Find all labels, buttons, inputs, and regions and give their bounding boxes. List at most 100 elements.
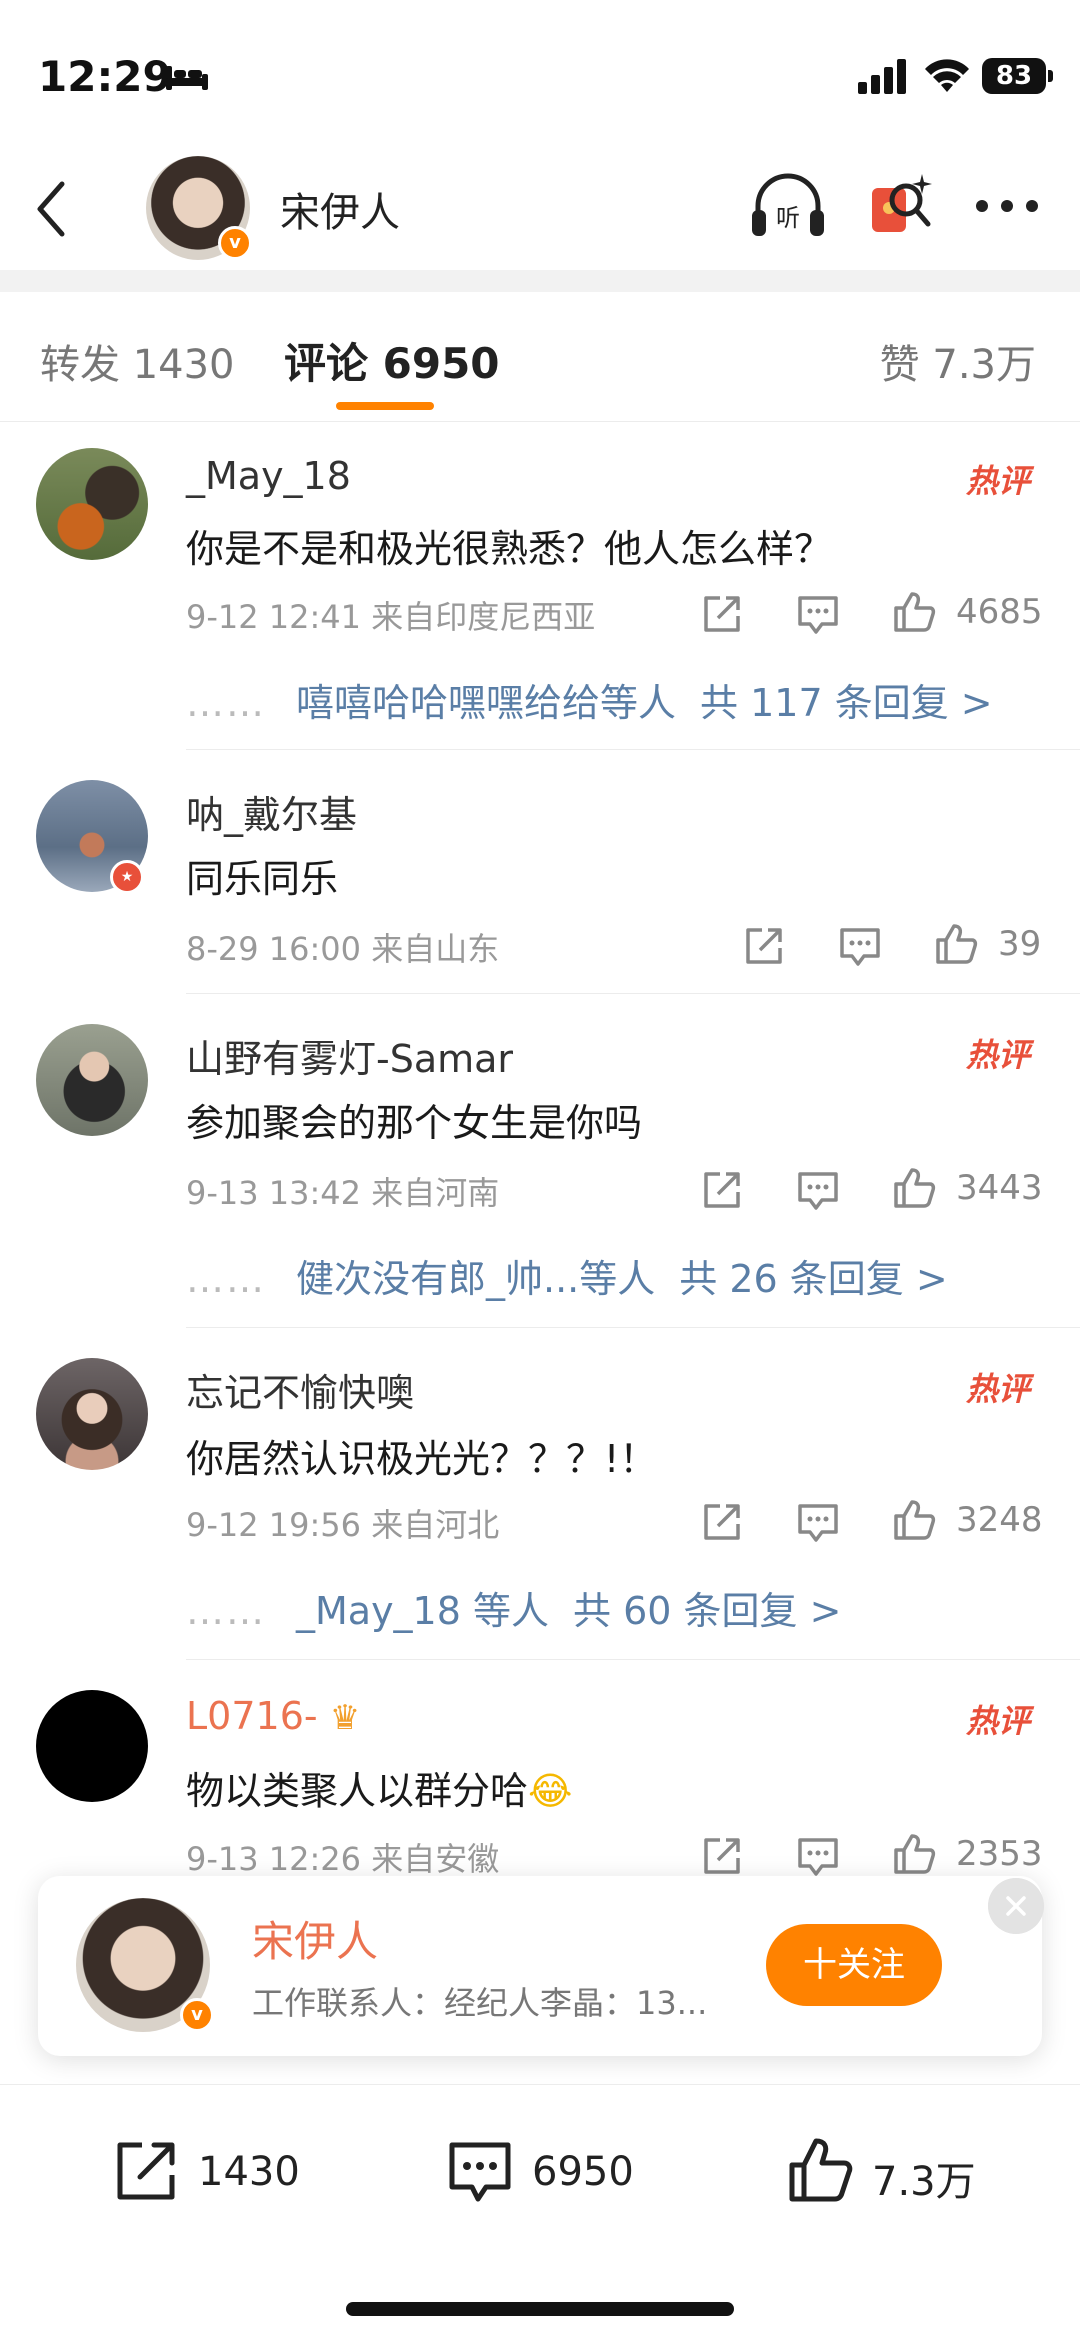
- commenter-name[interactable]: _May_18: [186, 454, 351, 498]
- battery-tip: [1048, 70, 1053, 82]
- like-icon[interactable]: [892, 1166, 936, 1210]
- like-icon[interactable]: [892, 590, 936, 634]
- more-options-icon[interactable]: [974, 198, 1040, 214]
- comment-text: 同乐同乐: [186, 857, 339, 901]
- comment-meta: 9-13 12:26 来自安徽: [186, 1840, 500, 1878]
- tab-comments[interactable]: 评论 6950: [284, 330, 500, 391]
- follow-button[interactable]: 十关注: [766, 1924, 942, 2006]
- repost-action[interactable]: 1430: [110, 2129, 310, 2209]
- author-follow-card: v 宋伊人 工作联系人：经纪人李晶：13... 十关注: [38, 1876, 1044, 2056]
- laughing-emoji-icon: 😂: [528, 1769, 573, 1813]
- tab-likes[interactable]: 赞 7.3万: [880, 332, 1036, 390]
- commenter-badge: ★: [110, 860, 144, 894]
- commenter-name-text: L0716-: [186, 1694, 318, 1738]
- comment-action[interactable]: 6950: [444, 2129, 664, 2209]
- comment-meta: 8-29 16:00 来自山东: [186, 930, 500, 968]
- hot-comment-badge: 热评: [965, 1036, 1030, 1074]
- hot-comment-badge: 热评: [965, 1702, 1030, 1740]
- like-action[interactable]: 7.3万: [784, 2129, 984, 2209]
- comment-item: 忘记不愉快噢 热评 你居然认识极光光？？？!！ 9-12 19:56 来自河北 …: [0, 1328, 1080, 1660]
- like-count: 4685: [956, 592, 1043, 632]
- reply-users[interactable]: _May_18 等人: [296, 1589, 549, 1633]
- interaction-tabs: 转发 1430 评论 6950 赞 7.3万: [0, 292, 1080, 422]
- comment-text: 参加聚会的那个女生是你吗: [186, 1101, 643, 1145]
- commenter-avatar[interactable]: [36, 1358, 148, 1470]
- commenter-avatar[interactable]: [36, 1690, 148, 1802]
- reply-dots: ……: [186, 1589, 266, 1633]
- listen-headphones-icon[interactable]: 听: [748, 170, 828, 240]
- reply-users[interactable]: 健次没有郎_帅...等人: [296, 1257, 655, 1301]
- hot-comment-badge: 热评: [965, 1370, 1030, 1408]
- card-author-name[interactable]: 宋伊人: [252, 1908, 378, 1969]
- commenter-name[interactable]: 山野有雾灯-Samar: [186, 1028, 513, 1083]
- vip-crown-icon: ♛: [329, 1698, 361, 1738]
- battery-indicator: 83: [982, 58, 1046, 94]
- home-indicator[interactable]: [346, 2302, 734, 2316]
- comment-icon: [449, 2142, 511, 2202]
- commenter-name[interactable]: 忘记不愉快噢: [186, 1362, 414, 1417]
- verified-badge: v: [218, 226, 252, 260]
- comment-icon[interactable]: [796, 1168, 840, 1212]
- repost-icon[interactable]: [700, 1834, 744, 1878]
- like-icon[interactable]: [892, 1832, 936, 1876]
- repost-icon[interactable]: [742, 924, 786, 968]
- repost-icon[interactable]: [700, 1500, 744, 1544]
- wifi-icon: [925, 59, 969, 92]
- like-count: 2353: [956, 1834, 1043, 1874]
- comment-text-body: 物以类聚人以群分哈: [186, 1769, 529, 1813]
- tab-repost[interactable]: 转发 1430: [40, 332, 235, 390]
- bottom-action-bar: 1430 6950 7.3万: [0, 2084, 1080, 2338]
- reply-summary[interactable]: …… 健次没有郎_帅...等人共 26 条回复 >: [186, 1248, 948, 1303]
- reply-total[interactable]: 共 26 条回复 >: [679, 1257, 947, 1301]
- comment-item: 山野有雾灯-Samar 热评 参加聚会的那个女生是你吗 9-13 13:42 来…: [0, 994, 1080, 1328]
- comment-text: 你是不是和极光很熟悉？他人怎么样？: [186, 527, 833, 571]
- like-icon[interactable]: [934, 922, 978, 966]
- status-time: 12:29: [38, 52, 172, 101]
- repost-count: 1430: [198, 2149, 300, 2195]
- section-divider: [0, 270, 1080, 292]
- reply-summary[interactable]: …… 嘻嘻哈哈嘿嘿给给等人共 117 条回复 >: [186, 672, 993, 727]
- comment-icon[interactable]: [796, 1834, 840, 1878]
- card-author-description: 工作联系人：经纪人李晶：13...: [252, 1984, 708, 2022]
- like-count: 3248: [956, 1500, 1043, 1540]
- reply-total[interactable]: 共 60 条回复 >: [573, 1589, 841, 1633]
- comment-icon[interactable]: [796, 1500, 840, 1544]
- comment-icon[interactable]: [838, 924, 882, 968]
- comment-count: 6950: [532, 2149, 634, 2195]
- commenter-name[interactable]: 呐_戴尔基: [186, 784, 357, 839]
- svg-text:听: 听: [776, 204, 800, 232]
- reply-users[interactable]: 嘻嘻哈哈嘿嘿给给等人: [296, 681, 676, 725]
- verified-badge: v: [180, 1998, 214, 2032]
- repost-icon[interactable]: [700, 592, 744, 636]
- status-bar: 12:29 83: [0, 0, 1080, 150]
- repost-icon: [117, 2142, 175, 2200]
- active-tab-indicator: [336, 402, 434, 410]
- reply-dots: ……: [186, 681, 266, 725]
- sleep-focus-icon: [166, 66, 208, 90]
- comment-icon[interactable]: [796, 592, 840, 636]
- comment-text: 物以类聚人以群分哈😂: [186, 1760, 572, 1815]
- commenter-name[interactable]: L0716- ♛: [186, 1694, 360, 1738]
- like-icon[interactable]: [892, 1498, 936, 1542]
- comment-meta: 9-12 12:41 来自印度尼西亚: [186, 598, 596, 636]
- comment-meta: 9-13 13:42 来自河南: [186, 1174, 500, 1212]
- like-icon: [789, 2138, 853, 2202]
- cellular-signal-icon: [858, 59, 906, 94]
- reply-total[interactable]: 共 117 条回复 >: [700, 681, 993, 725]
- commenter-avatar[interactable]: [36, 1024, 148, 1136]
- post-header: v 宋伊人 听: [0, 150, 1080, 270]
- reply-dots: ……: [186, 1257, 266, 1301]
- comment-item: _May_18 热评 你是不是和极光很熟悉？他人怎么样？ 9-12 12:41 …: [0, 420, 1080, 750]
- like-count: 3443: [956, 1168, 1043, 1208]
- comment-text: 你居然认识极光光？？？!！: [186, 1437, 658, 1481]
- author-name[interactable]: 宋伊人: [280, 180, 400, 238]
- back-arrow-icon[interactable]: [30, 178, 74, 240]
- repost-icon[interactable]: [700, 1168, 744, 1212]
- like-count: 7.3万: [872, 2159, 976, 2205]
- hot-comment-badge: 热评: [965, 462, 1030, 500]
- reply-summary[interactable]: …… _May_18 等人共 60 条回复 >: [186, 1580, 841, 1635]
- red-packet-search-icon[interactable]: [866, 170, 936, 240]
- comment-item: ★ 呐_戴尔基 同乐同乐 8-29 16:00 来自山东 39: [0, 750, 1080, 994]
- commenter-avatar[interactable]: [36, 448, 148, 560]
- close-icon[interactable]: [988, 1878, 1044, 1934]
